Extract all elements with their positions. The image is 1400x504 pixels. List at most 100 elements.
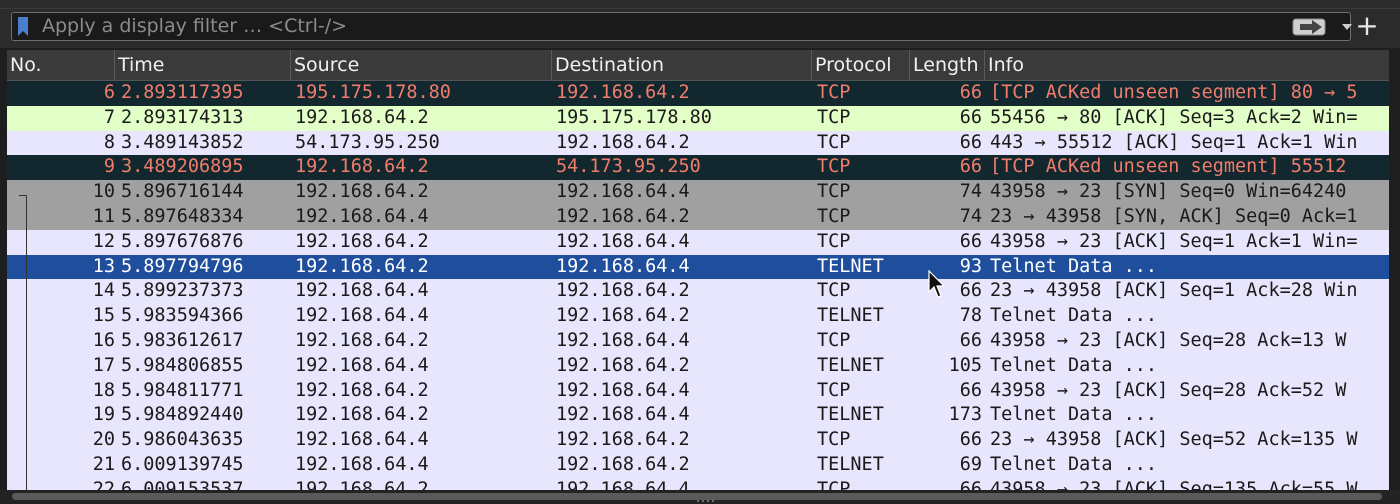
packet-row[interactable]: 7 2.893174313 192.168.64.2 195.175.178.80 TC…	[7, 105, 1389, 131]
packet-row[interactable]: 6 2.893117395 195.175.178.80 192.168.64.2 TC…	[7, 81, 1389, 106]
packet-row[interactable]: 16 5.983612617 192.168.64.2 192.168.64.4 TCP…	[7, 328, 1389, 354]
cell-source: 192.168.64.2	[295, 230, 429, 252]
column-header-no[interactable]: No.	[7, 50, 115, 80]
cell-info: 55456 → 80 [ACK] Seq=3 Ack=2 Win=	[990, 106, 1358, 128]
cell-source: 195.175.178.80	[295, 82, 451, 103]
cell-length: 66	[959, 156, 982, 178]
packet-row[interactable]: 20 5.986043635 192.168.64.4 192.168.64.2 TCP…	[7, 428, 1389, 453]
cell-protocol: TCP	[817, 478, 851, 490]
cell-time: 5.897648334	[121, 205, 244, 227]
column-header-protocol[interactable]: Protocol	[812, 50, 910, 80]
cell-time: 5.897794796	[121, 255, 244, 277]
cell-source: 192.168.64.2	[295, 181, 429, 203]
cell-destination: 195.175.178.80	[556, 106, 712, 128]
packet-row[interactable]: 15 5.983594366 192.168.64.4 192.168.64.2 TEL…	[7, 304, 1389, 329]
cell-destination: 192.168.64.4	[556, 255, 690, 277]
cell-source: 192.168.64.2	[295, 478, 429, 490]
cell-time: 5.899237373	[121, 280, 244, 302]
cell-no: 14	[92, 280, 115, 302]
cell-source: 192.168.64.4	[295, 205, 429, 227]
cell-time: 6.009139745	[121, 453, 244, 475]
filter-placeholder: Apply a display filter … <Ctrl-/>	[42, 15, 348, 37]
cell-length: 66	[959, 429, 982, 451]
cell-protocol: TCP	[817, 82, 851, 103]
cell-no: 12	[92, 230, 115, 252]
packet-row[interactable]: 9 3.489206895 192.168.64.2 54.173.95.250 TCP…	[7, 155, 1389, 181]
cell-destination: 192.168.64.4	[556, 478, 690, 490]
cell-protocol: TELNET	[817, 404, 884, 426]
cell-info: Telnet Data ...	[990, 354, 1158, 376]
bookmark-icon[interactable]	[17, 17, 29, 36]
packet-row[interactable]: 13 5.897794796 192.168.64.2 192.168.64.4 TEL…	[7, 254, 1389, 280]
cell-destination: 192.168.64.2	[556, 131, 690, 153]
add-filter-button[interactable]: +	[1354, 11, 1380, 41]
cell-destination: 192.168.64.2	[556, 453, 690, 475]
cell-info: 43958 → 23 [SYN] Seq=0 Win=64240	[990, 181, 1347, 203]
conversation-bracket-line	[26, 195, 27, 490]
cell-destination: 192.168.64.4	[556, 181, 690, 203]
packet-row[interactable]: 19 5.984892440 192.168.64.2 192.168.64.4 TEL…	[7, 403, 1389, 429]
cell-time: 5.986043635	[121, 429, 244, 451]
cell-source: 192.168.64.2	[295, 156, 429, 178]
cell-length: 105	[948, 354, 982, 376]
cell-no: 17	[92, 354, 115, 376]
packet-row[interactable]: 17 5.984806855 192.168.64.4 192.168.64.2 TEL…	[7, 353, 1389, 379]
cell-source: 192.168.64.4	[295, 354, 429, 376]
cell-info: 43958 → 23 [ACK] Seq=1 Ack=1 Win=	[990, 230, 1358, 252]
cell-protocol: TCP	[817, 230, 851, 252]
cell-info: Telnet Data ...	[990, 305, 1158, 327]
cell-protocol: TCP	[817, 106, 851, 128]
packet-list: No. Time Source Destination Protocol Len…	[7, 50, 1389, 490]
packet-row[interactable]: 22 6.009153537 192.168.64.2 192.168.64.4 TCP…	[7, 477, 1389, 490]
cell-length: 66	[959, 280, 982, 302]
packet-row[interactable]: 10 5.896716144 192.168.64.2 192.168.64.4 TCP…	[7, 180, 1389, 205]
cell-length: 93	[959, 255, 982, 277]
cell-info: [TCP ACKed unseen segment] 80 → 5	[990, 82, 1358, 103]
column-header-source[interactable]: Source	[291, 50, 552, 80]
column-header-time[interactable]: Time	[115, 50, 291, 80]
cell-protocol: TCP	[817, 181, 851, 203]
packet-row[interactable]: 14 5.899237373 192.168.64.4 192.168.64.2 TCP…	[7, 279, 1389, 305]
cell-no: 11	[92, 205, 115, 227]
column-header-length[interactable]: Length	[910, 50, 985, 80]
cell-info: 43958 → 23 [ACK] Seq=28 Ack=52 W	[990, 379, 1347, 401]
cell-time: 5.984811771	[121, 379, 244, 401]
packet-row[interactable]: 8 3.489143852 54.173.95.250 192.168.64.2 TCP…	[7, 130, 1389, 156]
cell-source: 192.168.64.4	[295, 280, 429, 302]
cell-no: 16	[92, 329, 115, 351]
cell-no: 20	[92, 429, 115, 451]
cell-no: 22	[92, 478, 115, 490]
packet-row[interactable]: 11 5.897648334 192.168.64.4 192.168.64.2 TCP…	[7, 204, 1389, 230]
cell-protocol: TCP	[817, 329, 851, 351]
column-header-destination[interactable]: Destination	[552, 50, 812, 80]
cell-protocol: TELNET	[817, 453, 884, 475]
cell-length: 66	[959, 329, 982, 351]
packet-row[interactable]: 12 5.897676876 192.168.64.2 192.168.64.4 TCP…	[7, 229, 1389, 255]
apply-filter-arrow-icon[interactable]	[1292, 17, 1334, 37]
cell-length: 66	[959, 230, 982, 252]
cell-length: 66	[959, 131, 982, 153]
column-header-info[interactable]: Info	[985, 50, 1389, 80]
cell-info: 443 → 55512 [ACK] Seq=1 Ack=1 Win	[990, 131, 1358, 153]
cell-info: 43958 → 23 [ACK] Seq=135 Ack=55 W	[990, 478, 1358, 490]
cell-length: 66	[959, 478, 982, 490]
cell-destination: 54.173.95.250	[556, 156, 701, 178]
packet-row[interactable]: 18 5.984811771 192.168.64.2 192.168.64.4 TCP…	[7, 378, 1389, 404]
cell-no: 18	[92, 379, 115, 401]
splitter-grip-icon[interactable]	[695, 499, 717, 503]
cell-no: 19	[92, 404, 115, 426]
packet-list-header: No. Time Source Destination Protocol Len…	[7, 50, 1389, 81]
cell-no: 8	[103, 131, 115, 153]
cell-length: 69	[959, 453, 982, 475]
packet-row[interactable]: 21 6.009139745 192.168.64.4 192.168.64.2 TEL…	[7, 452, 1389, 478]
cell-destination: 192.168.64.4	[556, 404, 690, 426]
cell-length: 74	[959, 205, 982, 227]
cell-protocol: TCP	[817, 429, 851, 451]
cell-protocol: TCP	[817, 131, 851, 153]
cell-source: 192.168.64.2	[295, 329, 429, 351]
cell-info: Telnet Data ...	[990, 404, 1158, 426]
chevron-down-icon[interactable]	[1341, 22, 1353, 32]
cell-time: 5.984892440	[121, 404, 244, 426]
cell-destination: 192.168.64.2	[556, 205, 690, 227]
display-filter-input[interactable]: Apply a display filter … <Ctrl-/>	[11, 12, 1353, 41]
